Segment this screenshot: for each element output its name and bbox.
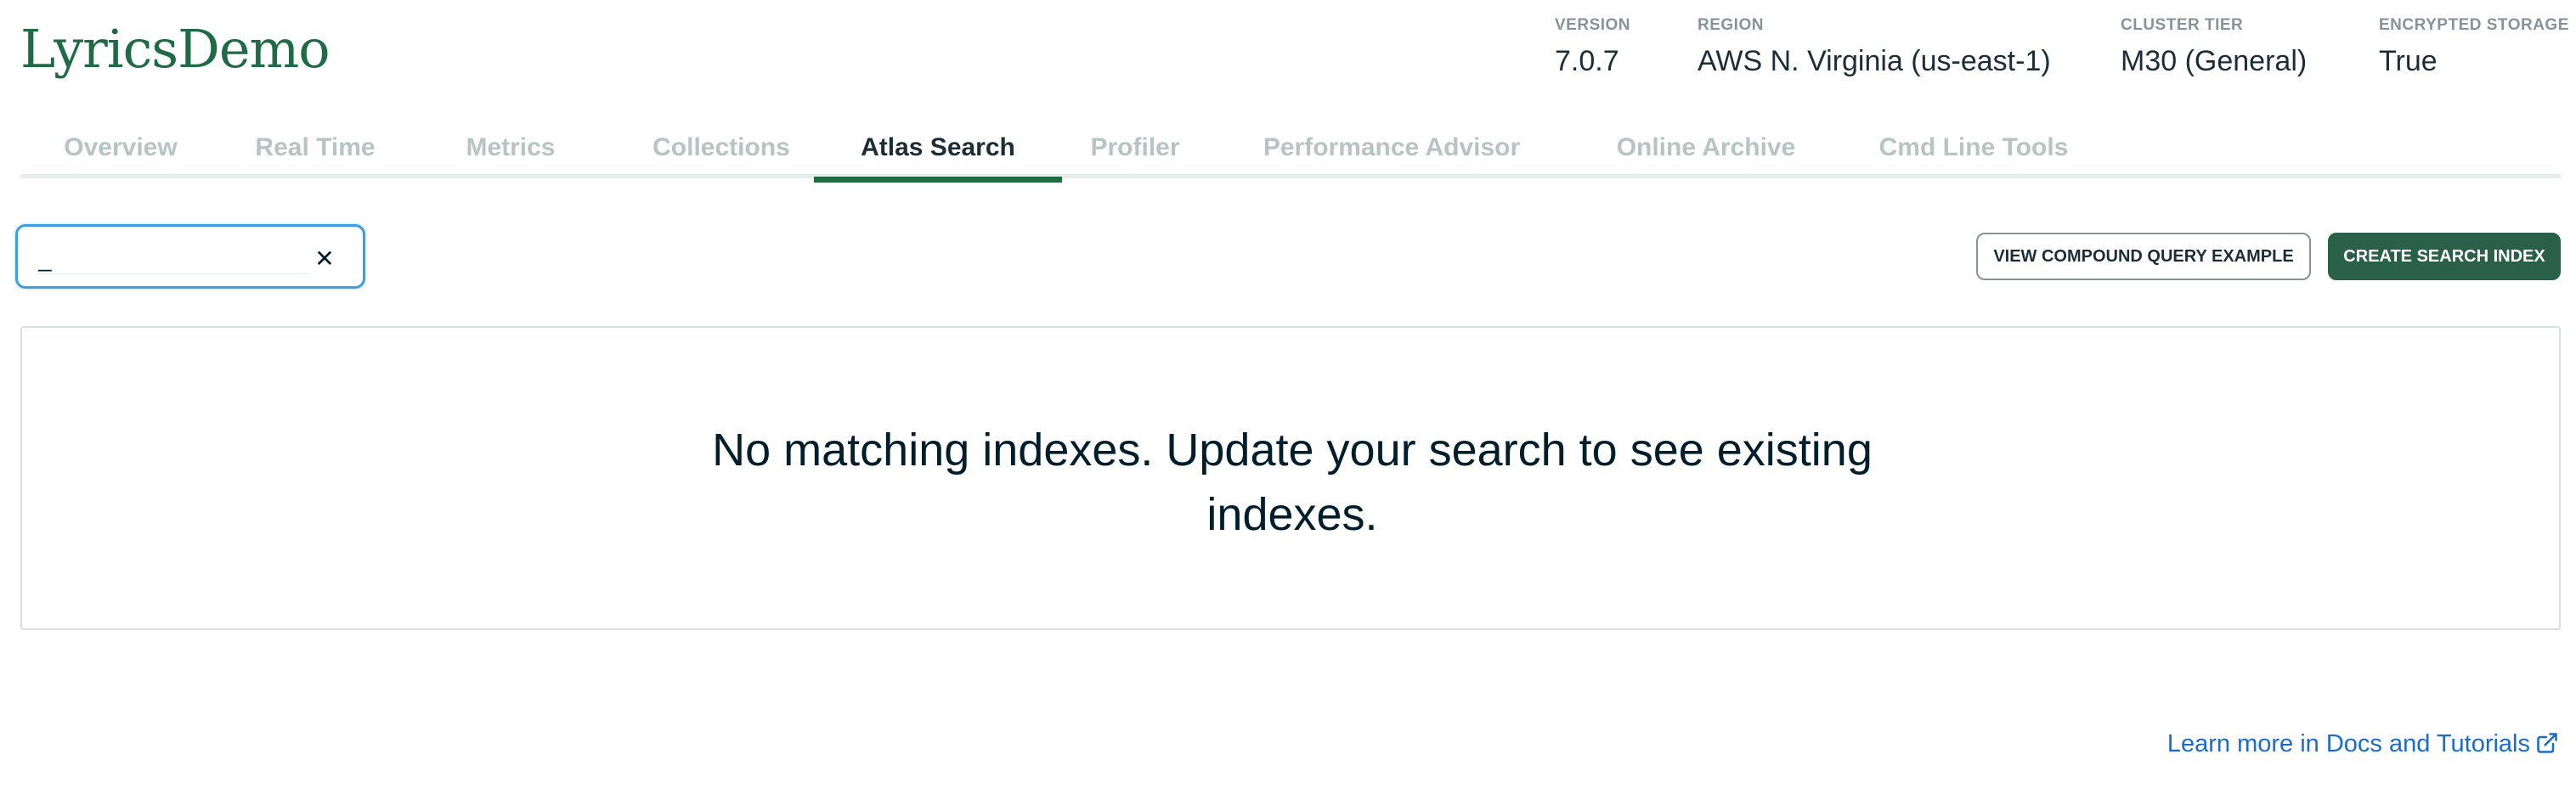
meta-storage: ENCRYPTED STORAGE True xyxy=(2379,15,2569,78)
meta-tier: CLUSTER TIER M30 (General) xyxy=(2121,15,2307,78)
meta-version-value: 7.0.7 xyxy=(1555,45,1619,77)
meta-version-label: VERSION xyxy=(1555,16,1631,34)
index-search-box: ✕ xyxy=(15,224,365,289)
tab-real-time[interactable]: Real Time xyxy=(243,131,387,178)
tab-profiler[interactable]: Profiler xyxy=(1077,131,1193,178)
view-compound-query-button[interactable]: VIEW COMPOUND QUERY EXAMPLE xyxy=(1976,233,2311,280)
index-search-input[interactable] xyxy=(37,244,308,274)
tab-performance-advisor[interactable]: Performance Advisor xyxy=(1247,131,1536,178)
tab-metrics[interactable]: Metrics xyxy=(452,131,569,178)
tab-cmd-line-tools[interactable]: Cmd Line Tools xyxy=(1859,131,2088,178)
docs-tutorials-link[interactable]: Learn more in Docs and Tutorials xyxy=(2167,730,2559,758)
meta-tier-label: CLUSTER TIER xyxy=(2121,16,2244,34)
tab-bar: Overview Real Time Metrics Collections A… xyxy=(20,119,2561,183)
tab-collections[interactable]: Collections xyxy=(629,131,814,178)
meta-region-value: AWS N. Virginia (us-east-1) xyxy=(1698,45,2051,77)
meta-storage-label: ENCRYPTED STORAGE xyxy=(2379,16,2569,34)
external-link-icon xyxy=(2537,733,2557,753)
tab-online-archive[interactable]: Online Archive xyxy=(1594,131,1818,178)
docs-tutorials-label: Learn more in Docs and Tutorials xyxy=(2166,730,2530,757)
meta-storage-value: True xyxy=(2379,45,2438,77)
meta-region: REGION AWS N. Virginia (us-east-1) xyxy=(1698,15,2051,78)
tab-atlas-search[interactable]: Atlas Search xyxy=(814,131,1062,183)
create-search-index-button[interactable]: CREATE SEARCH INDEX xyxy=(2328,233,2561,280)
close-icon[interactable]: ✕ xyxy=(312,244,337,274)
tab-overview[interactable]: Overview xyxy=(54,131,187,178)
empty-state-panel: No matching indexes. Update your search … xyxy=(20,326,2561,630)
meta-version: VERSION 7.0.7 xyxy=(1555,15,1630,78)
empty-state-message: No matching indexes. Update your search … xyxy=(712,425,1873,540)
meta-tier-value: M30 (General) xyxy=(2121,45,2308,77)
meta-region-label: REGION xyxy=(1698,16,1764,34)
cluster-name: LyricsDemo xyxy=(20,18,330,80)
